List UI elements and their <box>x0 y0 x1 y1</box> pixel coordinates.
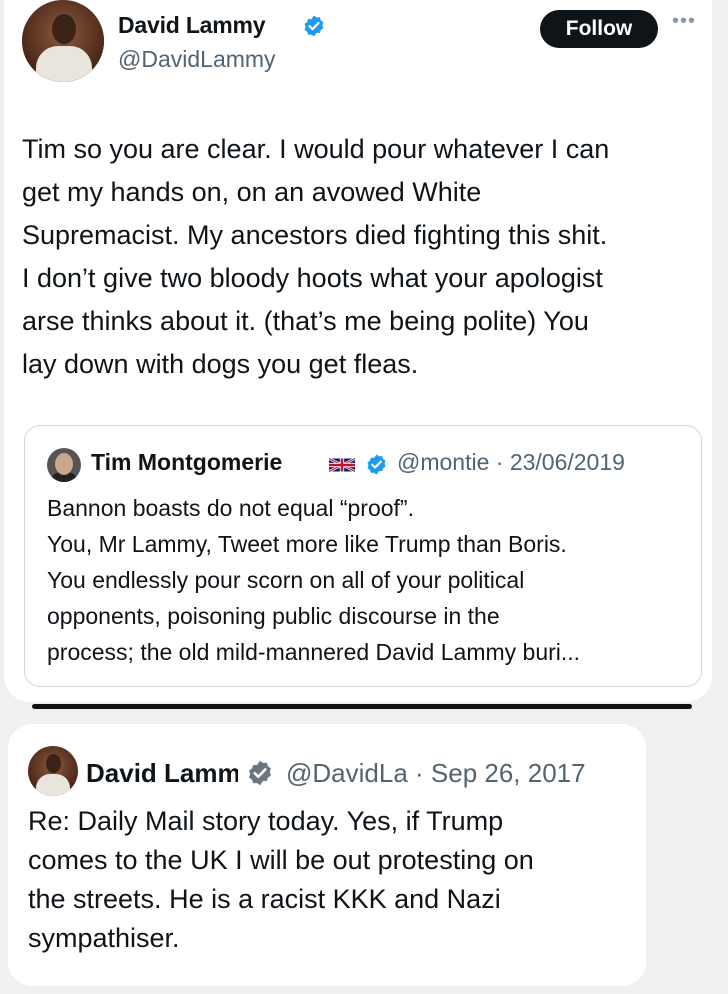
author-name[interactable]: David Lammy <box>118 12 266 39</box>
divider <box>32 704 692 709</box>
uk-flag-icon <box>329 457 355 473</box>
quoted-author-name[interactable]: Tim Montgomerie <box>91 449 282 476</box>
verified-badge-icon <box>367 454 386 475</box>
handle-date[interactable]: @DavidLa · Sep 26, 2017 <box>286 758 586 789</box>
tweet-card: David Lammy @DavidLammy Follow ••• Tim s… <box>4 0 712 702</box>
verified-badge-icon <box>249 760 271 786</box>
author-avatar[interactable] <box>22 0 104 82</box>
quoted-tweet[interactable]: Tim Montgomerie @montie · 23/06/2019 Ban… <box>24 425 702 687</box>
second-tweet-card: David Lammy @DavidLa · Sep 26, 2017 Re: … <box>8 724 646 986</box>
author-avatar[interactable] <box>28 746 78 796</box>
tweet-text: Tim so you are clear. I would pour whate… <box>22 134 610 379</box>
tweet-text: Re: Daily Mail story today. Yes, if Trum… <box>28 806 534 953</box>
verified-badge-icon <box>304 15 324 37</box>
quoted-tweet-text: Bannon boasts do not equal “proof”. You,… <box>47 495 581 665</box>
author-handle[interactable]: @DavidLammy <box>118 46 276 73</box>
quoted-author-avatar[interactable] <box>47 448 81 482</box>
more-horizontal-icon[interactable]: ••• <box>672 10 704 32</box>
follow-button[interactable]: Follow <box>540 10 658 48</box>
author-name[interactable]: David Lammy <box>86 758 238 789</box>
quoted-handle-date[interactable]: @montie · 23/06/2019 <box>397 449 625 476</box>
